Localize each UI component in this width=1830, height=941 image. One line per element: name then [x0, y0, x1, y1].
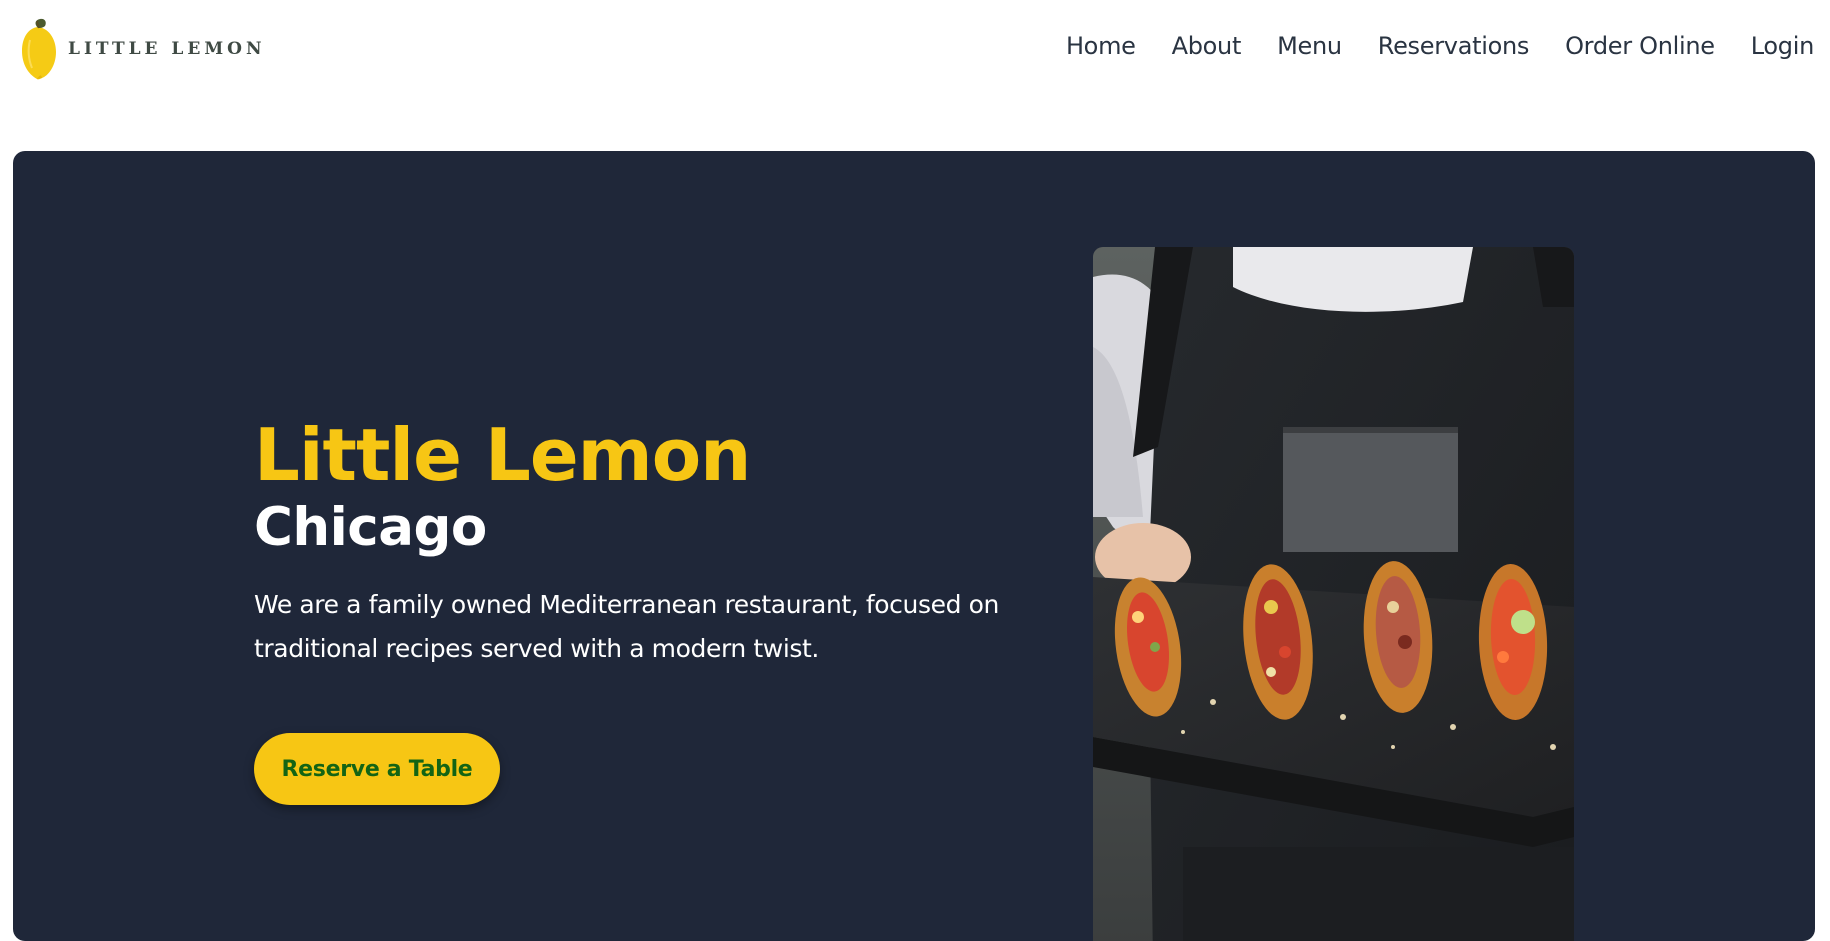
nav-link-home[interactable]: Home	[1066, 32, 1136, 60]
nav-link-order-online[interactable]: Order Online	[1565, 32, 1715, 60]
lemon-icon	[22, 18, 56, 80]
site-header: LITTLE LEMON Home About Menu Reservation…	[0, 0, 1830, 100]
hero-image	[1093, 247, 1574, 941]
logo-link[interactable]: LITTLE LEMON	[18, 18, 266, 80]
hero-section: Little Lemon Chicago We are a family own…	[13, 151, 1815, 941]
hero-subtitle: Chicago	[254, 497, 487, 558]
hero-description: We are a family owned Mediterranean rest…	[254, 590, 999, 663]
logo-text: LITTLE LEMON	[68, 39, 266, 59]
main-nav: Home About Menu Reservations Order Onlin…	[1066, 32, 1814, 60]
hero-text-block: Little Lemon Chicago We are a family own…	[254, 413, 1054, 671]
nav-link-reservations[interactable]: Reservations	[1378, 32, 1530, 60]
nav-link-login[interactable]: Login	[1751, 32, 1815, 60]
reserve-table-button[interactable]: Reserve a Table	[254, 733, 500, 805]
nav-link-about[interactable]: About	[1172, 32, 1242, 60]
nav-link-menu[interactable]: Menu	[1277, 32, 1342, 60]
hero-title: Little Lemon	[254, 413, 751, 497]
bruschetta-platter-photo	[1093, 247, 1574, 941]
